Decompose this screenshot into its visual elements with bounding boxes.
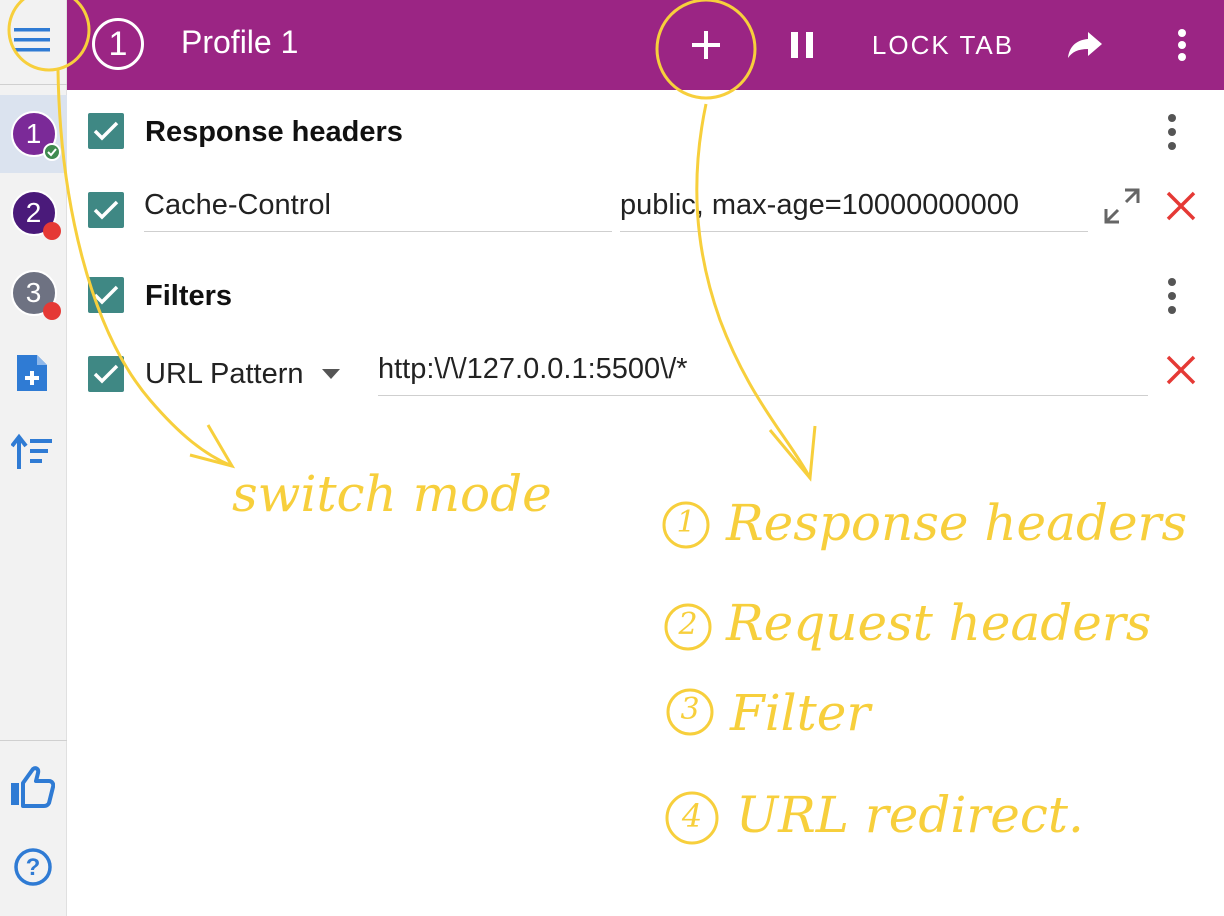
- response-headers-checkbox[interactable]: [88, 113, 124, 149]
- feedback-button[interactable]: [8, 764, 56, 810]
- annotation-arrowhead: [768, 425, 817, 482]
- annotation-num-3: 3: [680, 692, 700, 727]
- filter-type-label: URL Pattern: [145, 357, 304, 390]
- share-button[interactable]: [1062, 0, 1108, 90]
- pause-button[interactable]: [779, 0, 825, 90]
- dropdown-arrow-icon: [321, 369, 340, 379]
- pause-icon: [791, 32, 813, 58]
- sort-icon: [11, 433, 52, 469]
- lock-tab-button[interactable]: LOCK TAB: [865, 0, 1021, 90]
- annotation-item-1: Response headers: [726, 494, 1188, 552]
- more-menu-button[interactable]: [1167, 0, 1197, 90]
- top-bar: 1 Profile 1 LOCK TAB: [67, 0, 1224, 90]
- expand-icon: [1104, 188, 1140, 224]
- filter-row: URL Pattern http:\/\/127.0.0.1:5500\/*: [67, 350, 1224, 400]
- annotation-item-3: Filter: [730, 684, 871, 742]
- annotation-item-2: Request headers: [726, 594, 1152, 652]
- response-header-row: Cache-Control public, max-age=1000000000…: [67, 186, 1224, 236]
- response-headers-section-header: Response headers: [67, 110, 1224, 158]
- profile-number-2: 2: [25, 197, 42, 228]
- sidebar: 1 2 3 ?: [0, 0, 67, 916]
- check-icon: [93, 285, 119, 305]
- profile-number-3: 3: [25, 277, 42, 308]
- hamburger-icon: [14, 28, 50, 52]
- inactive-dot-badge: [42, 302, 61, 320]
- filters-title: Filters: [145, 280, 233, 312]
- profile-number: 1: [108, 24, 128, 63]
- kebab-icon: [1178, 29, 1186, 61]
- close-icon: [1166, 191, 1196, 221]
- inactive-dot-badge: [42, 222, 61, 240]
- header-value-input[interactable]: public, max-age=10000000000: [620, 188, 1088, 232]
- add-button[interactable]: [677, 0, 735, 90]
- sidebar-divider: [0, 84, 67, 85]
- annotation-num-4: 4: [681, 797, 703, 835]
- active-check-badge: [42, 143, 61, 161]
- annotation-switch-mode: switch mode: [232, 465, 552, 523]
- check-icon: [93, 200, 119, 220]
- check-icon: [46, 148, 57, 157]
- sort-button[interactable]: [10, 432, 54, 472]
- share-arrow-icon: [1068, 32, 1102, 58]
- svg-text:?: ?: [26, 854, 41, 881]
- delete-header-button[interactable]: [1165, 190, 1197, 227]
- check-icon: [93, 121, 119, 141]
- filter-type-select[interactable]: URL Pattern: [145, 354, 340, 394]
- header-name-input[interactable]: Cache-Control: [144, 188, 612, 232]
- annotation-num-1: 1: [676, 505, 696, 540]
- profile-number-1: 1: [25, 118, 42, 149]
- response-headers-title: Response headers: [145, 116, 403, 148]
- filter-row-checkbox[interactable]: [88, 356, 124, 392]
- help-button[interactable]: ?: [12, 846, 54, 888]
- thumbs-up-icon: [11, 766, 55, 808]
- filters-checkbox[interactable]: [88, 277, 124, 313]
- add-profile-icon: [17, 355, 47, 391]
- profile-item-3[interactable]: 3: [0, 254, 67, 332]
- profile-item-2[interactable]: 2: [0, 174, 67, 252]
- annotation-item-4: URL redirect.: [736, 786, 1084, 844]
- section-menu-button[interactable]: [1165, 114, 1179, 150]
- annotation-num-2: 2: [678, 607, 698, 642]
- profile-avatar-2: 2: [10, 190, 61, 240]
- header-row-checkbox[interactable]: [88, 192, 124, 228]
- plus-icon: [692, 31, 720, 59]
- profile-item-1[interactable]: 1: [0, 95, 67, 173]
- sidebar-divider: [0, 740, 67, 741]
- section-menu-button[interactable]: [1165, 278, 1179, 314]
- profile-avatar-3: 3: [10, 270, 61, 320]
- filter-value-input[interactable]: http:\/\/127.0.0.1:5500\/*: [378, 352, 1148, 396]
- menu-button[interactable]: [12, 20, 52, 60]
- close-icon: [1166, 355, 1196, 385]
- check-icon: [93, 364, 119, 384]
- filters-section-header: Filters: [67, 274, 1224, 322]
- profile-number-badge: 1: [92, 18, 144, 70]
- add-profile-button[interactable]: [14, 352, 50, 394]
- annotation-arrowhead: [189, 424, 236, 469]
- delete-filter-button[interactable]: [1165, 354, 1197, 391]
- help-icon: ?: [14, 848, 52, 886]
- profile-avatar-1: 1: [10, 111, 61, 161]
- profile-title[interactable]: Profile 1: [181, 24, 298, 61]
- expand-button[interactable]: [1102, 186, 1142, 231]
